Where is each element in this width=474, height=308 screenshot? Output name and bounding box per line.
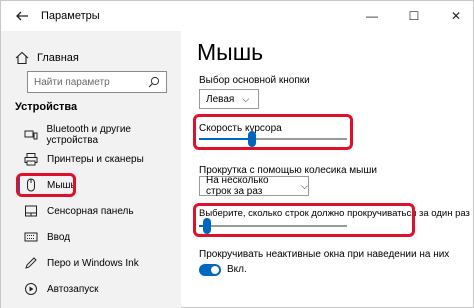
pen-icon (23, 255, 39, 271)
back-arrow-icon[interactable] (15, 9, 29, 23)
wheel-dropdown[interactable]: На несколько строк за раз ⌵ (199, 175, 309, 197)
sidebar-item-input[interactable]: Ввод (1, 225, 181, 249)
main-panel: Мышь Выбор основной кнопки Левая ⌵ Скоро… (181, 31, 473, 308)
sidebar-item-label: Ввод (47, 231, 71, 243)
sidebar: Главная Найти параметр Устройства Blueto… (1, 31, 181, 308)
highlight-lines-per-scroll (193, 203, 415, 237)
sidebar-item-bluetooth[interactable]: Bluetooth и другие устройства (1, 123, 181, 147)
maximize-button[interactable]: ☐ (405, 7, 423, 25)
primary-button-dropdown[interactable]: Левая ⌵ (199, 89, 259, 109)
page-title: Мышь (197, 39, 264, 65)
sidebar-item-autoplay[interactable]: Автозапуск (1, 277, 181, 301)
toggle-state: Вкл. (227, 264, 247, 275)
settings-window: Параметры — ☐ ✕ Главная Найти параметр У… (0, 0, 474, 308)
primary-button-label: Выбор основной кнопки (199, 75, 310, 86)
sidebar-item-touchpad[interactable]: Сенсорная панель (1, 199, 181, 223)
title-bar: Параметры — ☐ ✕ (1, 1, 473, 31)
close-button[interactable]: ✕ (447, 7, 465, 25)
highlight-mouse-item (16, 173, 76, 197)
chevron-down-icon: ⌵ (301, 180, 308, 191)
search-icon (148, 76, 160, 88)
home-link[interactable]: Главная (15, 51, 79, 65)
toggle-knob (211, 266, 219, 274)
inactive-scroll-label: Прокручивать неактивные окна при наведен… (199, 249, 450, 260)
minimize-button[interactable]: — (363, 7, 381, 25)
bluetooth-icon (23, 127, 39, 143)
search-placeholder: Найти параметр (34, 77, 110, 88)
highlight-cursor-speed (193, 114, 353, 150)
printer-icon (23, 151, 39, 167)
sidebar-item-label: Перо и Windows Ink (47, 257, 139, 269)
sidebar-item-label: Bluetooth и другие устройства (46, 124, 131, 146)
sidebar-item-label: Автозапуск (47, 283, 99, 295)
sidebar-item-printers[interactable]: Принтеры и сканеры (1, 147, 181, 171)
touchpad-icon (23, 203, 39, 219)
section-title: Устройства (15, 101, 78, 113)
sidebar-item-pen[interactable]: Перо и Windows Ink (1, 251, 181, 275)
home-icon (15, 51, 29, 65)
inactive-scroll-toggle[interactable] (199, 264, 221, 276)
home-label: Главная (37, 52, 79, 64)
window-title: Параметры (41, 10, 100, 22)
primary-button-value: Левая (206, 93, 235, 105)
autoplay-icon (23, 281, 39, 297)
sidebar-item-label: Сенсорная панель (47, 205, 134, 217)
chevron-down-icon: ⌵ (242, 93, 250, 104)
wheel-value: На несколько строк за раз (206, 175, 269, 197)
sidebar-item-label: Принтеры и сканеры (47, 153, 144, 165)
keyboard-icon (23, 229, 39, 245)
search-input[interactable]: Найти параметр (27, 71, 167, 93)
